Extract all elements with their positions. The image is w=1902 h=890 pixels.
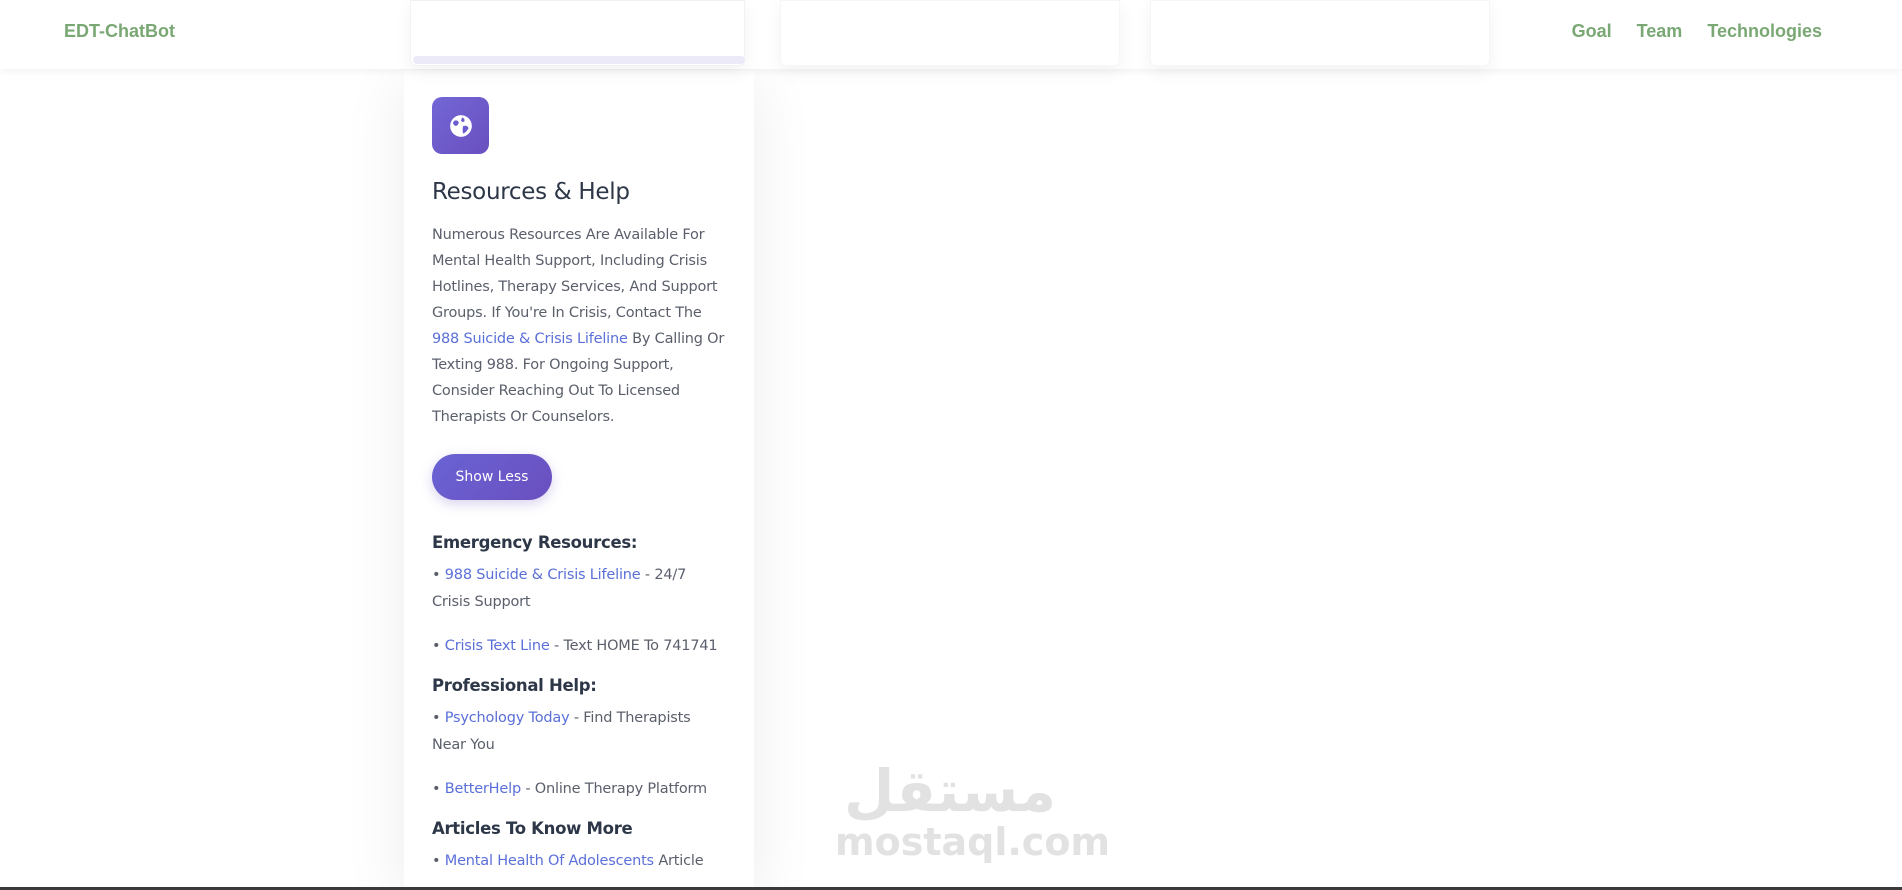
show-less-button[interactable]: Show Less (432, 454, 552, 500)
resource-item: • BetterHelp - Online Therapy Platform (432, 781, 707, 797)
watermark-arabic: مستقل (843, 757, 1057, 825)
resource-link[interactable]: Mental Health Of Adolescents (445, 853, 654, 869)
globe-icon (449, 114, 472, 137)
resource-link[interactable]: Psychology Today (445, 710, 570, 726)
resource-link[interactable]: 988 Suicide & Crisis Lifeline (445, 567, 641, 583)
description-text: Numerous Resources Are Available For Men… (432, 227, 718, 321)
lifeline-link[interactable]: 988 Suicide & Crisis Lifeline (432, 331, 628, 347)
watermark-latin: mostaql.com (835, 820, 1111, 864)
resource-desc: - Text HOME To 741741 (549, 638, 718, 654)
resource-desc: Article (653, 853, 704, 869)
card-description: Numerous Resources Are Available For Men… (432, 222, 726, 430)
card-icon-badge (432, 97, 489, 154)
resource-link[interactable]: Crisis Text Line (445, 638, 550, 654)
resource-item: • 988 Suicide & Crisis Lifeline - 24/7 C… (432, 567, 687, 610)
resource-link[interactable]: BetterHelp (445, 781, 521, 797)
brand-link[interactable]: EDT-ChatBot (64, 21, 175, 42)
watermark: مستقل mostaql.com (835, 757, 1111, 864)
resource-item: • Crisis Text Line - Text HOME To 741741 (432, 638, 718, 654)
resource-item: • Mental Health Of Adolescents Article (432, 853, 704, 869)
section-heading: Articles To Know More (432, 819, 633, 838)
resource-item: • Psychology Today - Find Therapists Nea… (432, 710, 691, 753)
section-heading: Emergency Resources: (432, 533, 638, 552)
card-accent-bar (413, 56, 745, 64)
section-heading: Professional Help: (432, 676, 597, 695)
nav-link-team[interactable]: Team (1637, 21, 1683, 42)
resource-desc: - Online Therapy Platform (520, 781, 707, 797)
card-title: Resources & Help (432, 179, 630, 205)
resources-card: Resources & Help Numerous Resources Are … (404, 70, 754, 890)
nav-link-technologies[interactable]: Technologies (1707, 21, 1822, 42)
nav-links: Goal Team Technologies (1572, 21, 1822, 42)
card-behind-header (780, 0, 1120, 66)
card-behind-header (1150, 0, 1490, 66)
nav-link-goal[interactable]: Goal (1572, 21, 1612, 42)
